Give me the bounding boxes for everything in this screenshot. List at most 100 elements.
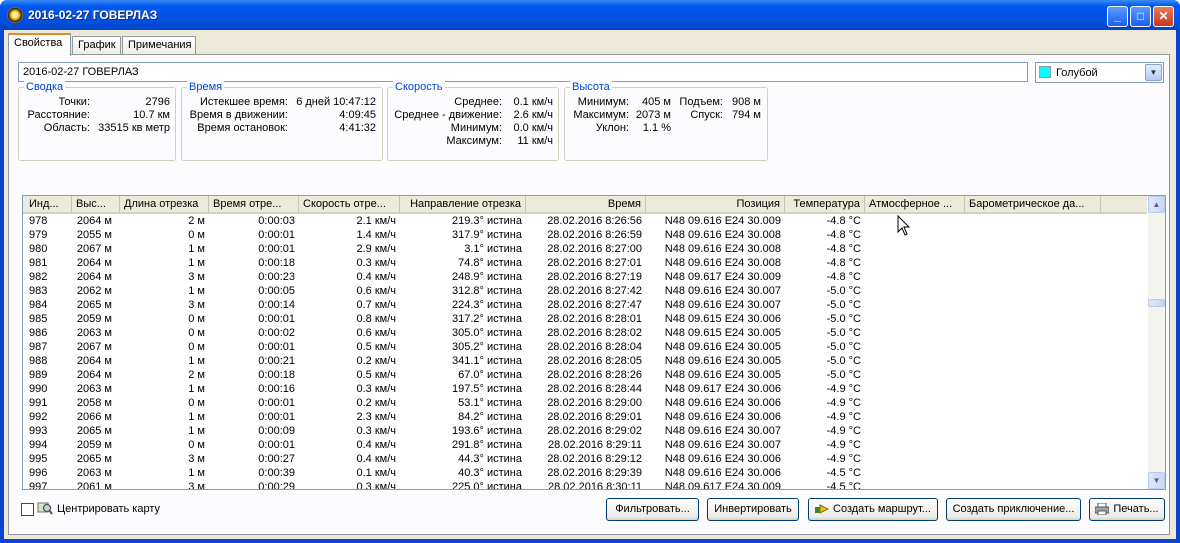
cell-altitude: 2064 м [76, 369, 112, 381]
cell-segment-length: 2 м [188, 215, 205, 227]
bottom-bar: Центрировать карту Фильтровать... Инверт… [9, 495, 1171, 525]
cell-segment-time: 0:00:05 [258, 285, 295, 297]
cell-segment-direction: 291.8° истина [451, 439, 522, 451]
close-button[interactable]: ✕ [1153, 6, 1174, 27]
cell-segment-speed: 2.3 км/ч [356, 411, 396, 423]
column-header-position[interactable]: Позиция [646, 196, 785, 212]
cell-segment-time: 0:00:01 [258, 439, 295, 451]
scroll-thumb[interactable] [1148, 299, 1165, 307]
speed-avg-moving-value: 2.6 км/ч [513, 109, 553, 121]
cell-segment-length: 0 м [188, 313, 205, 325]
table-row[interactable]: 991 2058 м 0 м 0:00:01 0.2 км/ч 53.1° истина 2… [23, 397, 1147, 411]
cell-segment-direction: 53.1° истина [458, 397, 522, 409]
column-header-segment-direction[interactable]: Направление отрезка [400, 196, 526, 212]
cell-segment-time: 0:00:01 [258, 397, 295, 409]
cell-index: 994 [29, 439, 48, 451]
alt-max-label: Максимум: [573, 109, 629, 121]
cell-time: 28.02.2016 8:28:26 [547, 369, 642, 381]
chevron-down-icon[interactable]: ▼ [1145, 64, 1162, 81]
table-row[interactable]: 989 2064 м 2 м 0:00:18 0.5 км/ч 67.0° истина 2… [23, 369, 1147, 383]
cell-segment-speed: 0.1 км/ч [356, 467, 396, 479]
cell-time: 28.02.2016 8:27:42 [547, 285, 642, 297]
tab-properties[interactable]: Свойства [8, 33, 71, 56]
cell-segment-length: 1 м [188, 425, 205, 437]
table-row[interactable]: 997 2061 м 3 м 0:00:29 0.3 км/ч 225.0° истина… [23, 481, 1147, 490]
cell-segment-time: 0:00:18 [258, 257, 295, 269]
invert-button[interactable]: Инвертировать [707, 498, 799, 521]
vertical-scrollbar[interactable]: ▲ ▼ [1148, 196, 1165, 489]
table-row[interactable]: 979 2055 м 0 м 0:00:01 1.4 км/ч 317.9° истина… [23, 229, 1147, 243]
cell-segment-time: 0:00:09 [258, 425, 295, 437]
table-row[interactable]: 992 2066 м 1 м 0:00:01 2.3 км/ч 84.2° истина 2… [23, 411, 1147, 425]
cell-altitude: 2059 м [76, 313, 112, 325]
scroll-up-button[interactable]: ▲ [1148, 196, 1165, 213]
cell-altitude: 2058 м [76, 397, 112, 409]
table-row[interactable]: 985 2059 м 0 м 0:00:01 0.8 км/ч 317.2° истина… [23, 313, 1147, 327]
center-map-checkbox[interactable] [21, 503, 34, 516]
column-header-segment-speed[interactable]: Скорость отре... [299, 196, 400, 212]
cell-altitude: 2061 м [76, 481, 112, 490]
create-route-button[interactable]: Создать маршрут... [808, 498, 938, 521]
cell-segment-direction: 84.2° истина [458, 411, 522, 423]
cell-segment-time: 0:00:29 [258, 481, 295, 490]
column-header-temperature[interactable]: Температура [785, 196, 865, 212]
column-header-altitude[interactable]: Выс... [72, 196, 120, 212]
minimize-button[interactable]: _ [1107, 6, 1128, 27]
column-header-time[interactable]: Время [526, 196, 646, 212]
table-row[interactable]: 995 2065 м 3 м 0:00:27 0.4 км/ч 44.3° истина 2… [23, 453, 1147, 467]
cell-altitude: 2063 м [76, 383, 112, 395]
cell-time: 28.02.2016 8:27:00 [547, 243, 642, 255]
table-row[interactable]: 990 2063 м 1 м 0:00:16 0.3 км/ч 197.5° истина… [23, 383, 1147, 397]
maximize-button[interactable]: □ [1130, 6, 1151, 27]
cell-position: N48 09.616 E24 30.006 [664, 467, 781, 479]
cell-index: 995 [29, 453, 48, 465]
speed-min-value: 0.0 км/ч [513, 122, 553, 134]
column-header-segment-length[interactable]: Длина отрезка [120, 196, 209, 212]
table-row[interactable]: 982 2064 м 3 м 0:00:23 0.4 км/ч 248.9° истина… [23, 271, 1147, 285]
table-row[interactable]: 988 2064 м 1 м 0:00:21 0.2 км/ч 341.1° истина… [23, 355, 1147, 369]
stopped-value: 4:41:32 [339, 122, 376, 134]
table-row[interactable]: 978 2064 м 2 м 0:00:03 2.1 км/ч 219.3° истина… [23, 215, 1147, 229]
filter-button[interactable]: Фильтровать... [606, 498, 699, 521]
trackpoints-list[interactable]: Инд... Выс... Длина отрезка Время отре..… [22, 195, 1166, 490]
table-row[interactable]: 981 2064 м 1 м 0:00:18 0.3 км/ч 74.8° истина 2… [23, 257, 1147, 271]
cell-segment-direction: 341.1° истина [451, 355, 522, 367]
cell-segment-time: 0:00:27 [258, 453, 295, 465]
table-row[interactable]: 986 2063 м 0 м 0:00:02 0.6 км/ч 305.0° истина… [23, 327, 1147, 341]
route-icon [815, 504, 830, 514]
cell-temperature: -5.0 °C [826, 341, 861, 353]
table-row[interactable]: 984 2065 м 3 м 0:00:14 0.7 км/ч 224.3° истина… [23, 299, 1147, 313]
cell-position: N48 09.616 E24 30.009 [664, 215, 781, 227]
cell-segment-speed: 0.2 км/ч [356, 355, 396, 367]
scroll-down-button[interactable]: ▼ [1148, 472, 1165, 489]
cell-segment-speed: 0.3 км/ч [356, 383, 396, 395]
table-row[interactable]: 994 2059 м 0 м 0:00:01 0.4 км/ч 291.8° истина… [23, 439, 1147, 453]
cell-temperature: -4.8 °C [826, 229, 861, 241]
print-button[interactable]: Печать... [1089, 498, 1165, 521]
speed-group: Скорость Среднее: 0.1 км/ч Среднее - дви… [387, 81, 559, 161]
cell-segment-length: 3 м [188, 299, 205, 311]
cell-temperature: -4.8 °C [826, 257, 861, 269]
column-header-barometric[interactable]: Барометрическое да... [965, 196, 1101, 212]
cell-segment-direction: 67.0° истина [458, 369, 522, 381]
column-header-atmospheric[interactable]: Атмосферное ... [865, 196, 965, 212]
track-name-input[interactable]: 2016-02-27 ГОВЕРЛАЗ [18, 62, 1028, 82]
create-adventure-button[interactable]: Создать приключение... [946, 498, 1081, 521]
color-select[interactable]: Голубой ▼ [1035, 62, 1164, 83]
table-row[interactable]: 987 2067 м 0 м 0:00:01 0.5 км/ч 305.2° истина… [23, 341, 1147, 355]
table-row[interactable]: 980 2067 м 1 м 0:00:01 2.9 км/ч 3.1° истина 28… [23, 243, 1147, 257]
title-bar[interactable]: 2016-02-27 ГОВЕРЛАЗ _ □ ✕ [0, 0, 1180, 30]
cell-position: N48 09.616 E24 30.006 [664, 411, 781, 423]
cell-temperature: -4.9 °C [826, 439, 861, 451]
table-row[interactable]: 993 2065 м 1 м 0:00:09 0.3 км/ч 193.6° истина… [23, 425, 1147, 439]
cell-temperature: -4.8 °C [826, 243, 861, 255]
column-header-index[interactable]: Инд... [23, 196, 72, 212]
table-row[interactable]: 983 2062 м 1 м 0:00:05 0.6 км/ч 312.8° истина… [23, 285, 1147, 299]
column-header-segment-time[interactable]: Время отре... [209, 196, 299, 212]
cell-index: 985 [29, 313, 48, 325]
cell-segment-time: 0:00:03 [258, 215, 295, 227]
list-rows: 978 2064 м 2 м 0:00:03 2.1 км/ч 219.3° истина… [23, 215, 1147, 490]
table-row[interactable]: 996 2063 м 1 м 0:00:39 0.1 км/ч 40.3° истина 2… [23, 467, 1147, 481]
tab-notes[interactable]: Примечания [122, 36, 196, 55]
tab-graph[interactable]: График [72, 36, 121, 55]
